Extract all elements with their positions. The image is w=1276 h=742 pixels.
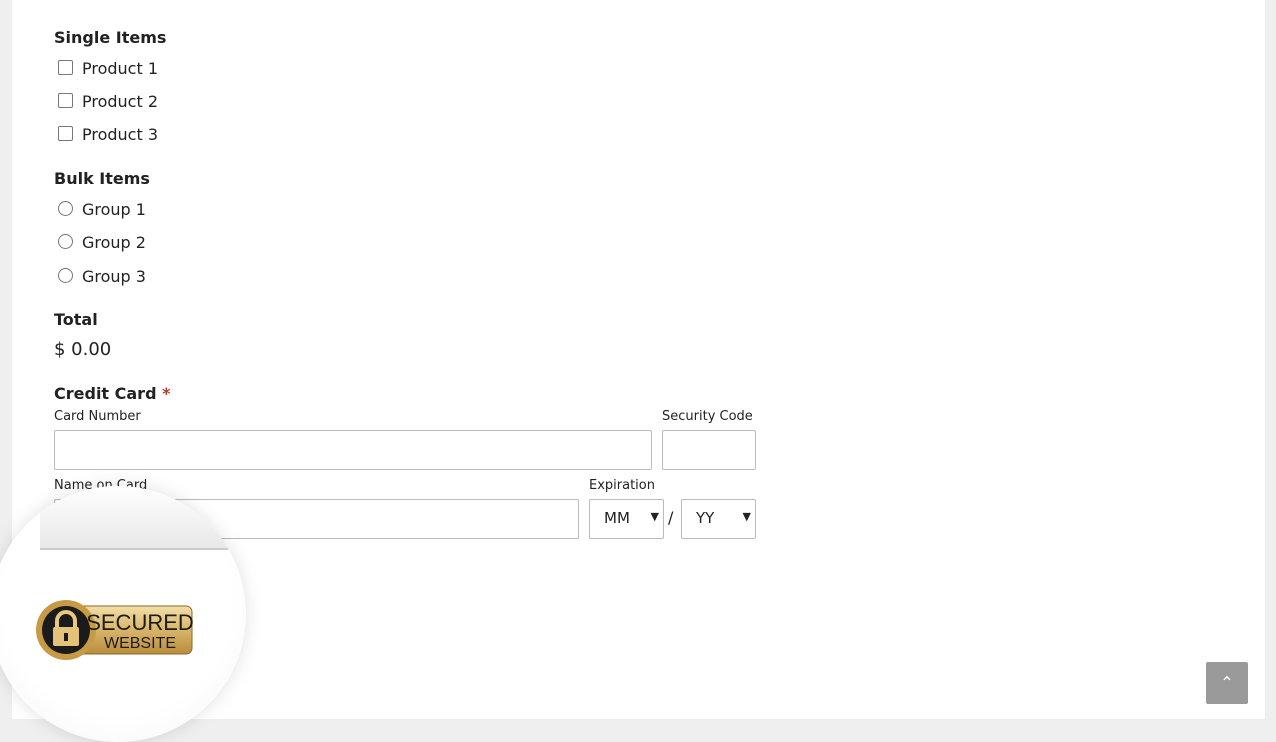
total-value: $ 0.00: [54, 339, 112, 360]
expiration-year-select[interactable]: YY ▼: [681, 499, 756, 539]
expiration-month-select[interactable]: MM ▼: [589, 499, 664, 539]
product-1-label[interactable]: Product 1: [82, 59, 158, 78]
badge-line1: SECURED: [86, 610, 194, 635]
card-number-label: Card Number: [54, 409, 141, 424]
group-2-radio[interactable]: [58, 234, 73, 249]
required-mark: *: [162, 384, 171, 403]
product-2-checkbox[interactable]: [58, 93, 73, 108]
product-1-checkbox[interactable]: [58, 60, 73, 75]
credit-card-title: Credit Card: [54, 384, 157, 403]
product-2-label[interactable]: Product 2: [82, 92, 158, 111]
chevron-up-icon: ⌃: [1220, 673, 1234, 692]
security-code-label: Security Code: [662, 409, 753, 424]
secured-website-badge: SECURED WEBSITE: [36, 600, 194, 660]
product-3-label[interactable]: Product 3: [82, 125, 158, 144]
badge-line2: WEBSITE: [104, 635, 176, 652]
group-2-label[interactable]: Group 2: [82, 233, 146, 252]
month-value: MM: [604, 509, 630, 527]
card-number-input[interactable]: [54, 430, 652, 470]
single-items-heading: Single Items: [54, 28, 167, 47]
security-code-input[interactable]: [662, 430, 756, 470]
chevron-down-icon: ▼: [742, 510, 751, 523]
group-3-label[interactable]: Group 3: [82, 267, 146, 286]
total-heading: Total: [54, 310, 98, 329]
chevron-down-icon: ▼: [650, 510, 659, 523]
product-3-checkbox[interactable]: [58, 126, 73, 141]
bulk-items-heading: Bulk Items: [54, 169, 150, 188]
credit-card-heading: Credit Card *: [54, 384, 170, 403]
year-value: YY: [696, 509, 715, 527]
expiration-separator: /: [668, 508, 674, 527]
scroll-to-top-button[interactable]: ⌃: [1206, 662, 1248, 704]
magnified-input: [40, 486, 246, 550]
group-1-radio[interactable]: [58, 201, 73, 216]
group-1-label[interactable]: Group 1: [82, 200, 146, 219]
group-3-radio[interactable]: [58, 268, 73, 283]
expiration-label: Expiration: [589, 478, 655, 493]
